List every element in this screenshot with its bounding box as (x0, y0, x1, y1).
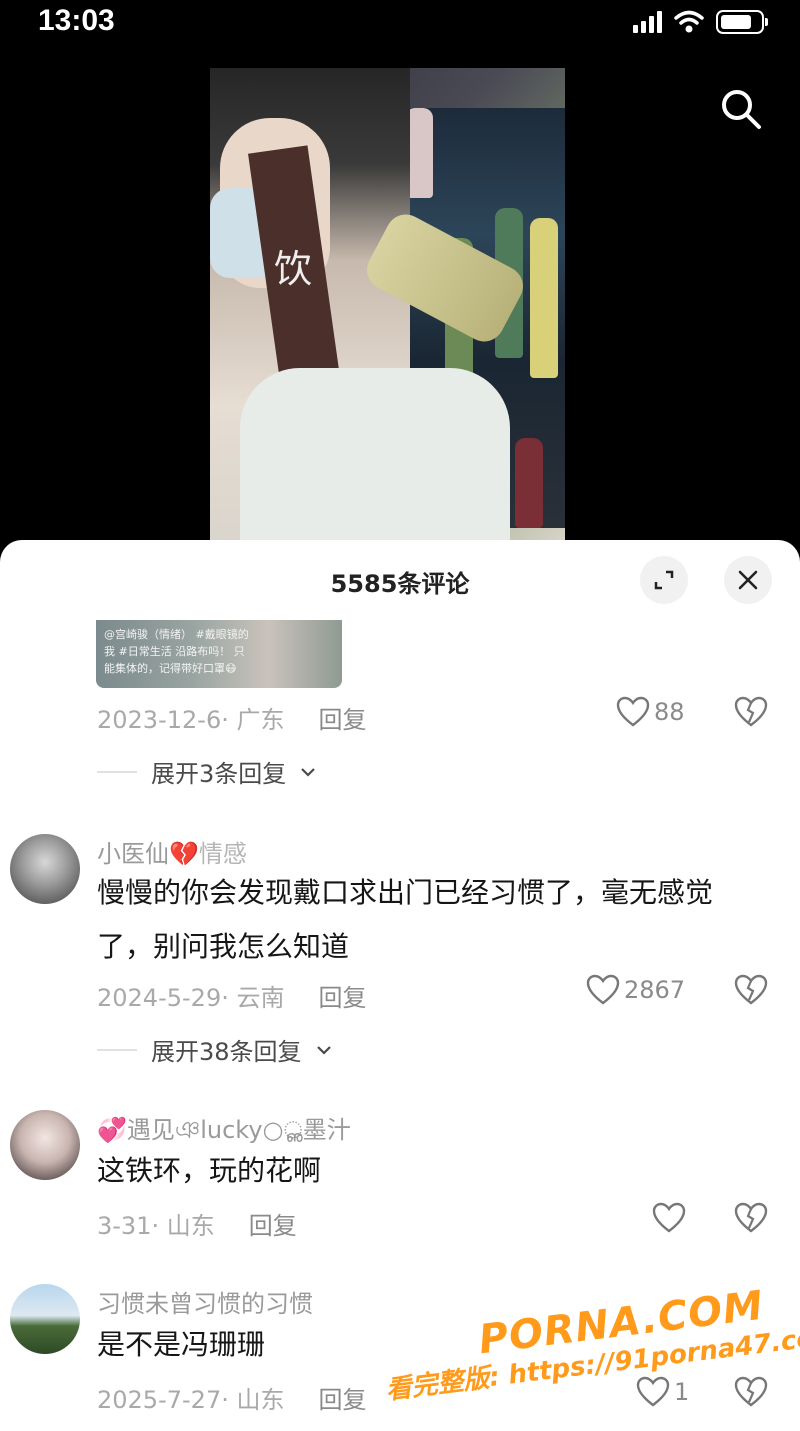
comment-location: 广东 (236, 706, 285, 734)
like-button[interactable]: 1 (636, 1376, 689, 1408)
status-bar: 13:03 (0, 0, 800, 50)
broken-heart-icon (734, 974, 768, 1005)
status-icons (633, 10, 768, 34)
dislike-button[interactable] (734, 1202, 768, 1236)
search-button[interactable] (718, 86, 764, 132)
video-frame[interactable]: 饮 (210, 68, 565, 550)
username-text: 小医仙 (97, 840, 169, 868)
comment-date: 2025-7-27 (97, 1386, 222, 1414)
comment-username[interactable]: 习惯未曾习惯的习惯 (97, 1284, 313, 1319)
video-sign-glyph: 饮 (274, 247, 313, 291)
dislike-button[interactable] (734, 1376, 768, 1410)
dislike-button[interactable] (734, 696, 768, 730)
wifi-icon (674, 10, 704, 33)
comment-date: 3-31 (97, 1212, 152, 1240)
broken-heart-icon (734, 1376, 768, 1407)
comment-location: 山东 (166, 1212, 215, 1240)
comment-location: 山东 (236, 1386, 285, 1414)
comment-date: 2024-5-29 (97, 984, 222, 1012)
comment-text: 是不是冯珊珊 (97, 1328, 266, 1361)
avatar[interactable] (10, 1110, 80, 1180)
reply-button[interactable]: 回复 (249, 1206, 297, 1241)
comment-image-thumbnail[interactable]: @宫崎骏（情绪） #戴眼镜的我 #日常生活 沿路布吗！ 只能集体的，记得带好口罩… (96, 620, 342, 688)
search-icon (722, 90, 761, 129)
username-suffix: 情感 (198, 840, 247, 868)
heart-icon (586, 974, 620, 1005)
expand-panel-button[interactable] (640, 556, 688, 604)
comment-username[interactable]: 小医仙💔情感 (97, 834, 247, 869)
status-time: 13:03 (38, 4, 115, 37)
broken-heart-icon (734, 696, 768, 727)
username-text: 遇见ঞlucky○ൢ墨汁 (126, 1116, 351, 1144)
comment-text: 这铁环，玩的花啊 (97, 1154, 322, 1187)
dislike-button[interactable] (734, 974, 768, 1008)
reply-button[interactable]: 回复 (318, 1380, 366, 1415)
battery-icon (716, 10, 768, 34)
divider-line (97, 1048, 137, 1051)
heart-icon (616, 696, 650, 727)
video-player[interactable]: 饮 (0, 50, 800, 550)
username-emoji: 💔 (169, 840, 199, 868)
thumbnail-caption: @宫崎骏（情绪） #戴眼镜的我 #日常生活 沿路布吗！ 只能集体的，记得带好口罩… (104, 628, 249, 675)
comment-location: 云南 (236, 984, 285, 1012)
video-coat (240, 368, 510, 550)
heart-icon (636, 1376, 670, 1407)
divider-line (97, 770, 137, 773)
cellular-signal-icon (633, 11, 662, 33)
comment-meta: 2025-7-27· 山东 回复 (97, 1380, 366, 1415)
reply-button[interactable]: 回复 (318, 700, 366, 735)
close-icon (738, 570, 758, 590)
reply-button[interactable]: 回复 (318, 978, 366, 1013)
comment-meta: 2024-5-29· 云南 回复 (97, 978, 366, 1013)
like-count: 2867 (624, 976, 686, 1004)
expand-icon (654, 570, 674, 590)
heart-icon (652, 1202, 686, 1233)
like-button[interactable]: 2867 (586, 974, 685, 1006)
chevron-down-icon (301, 767, 316, 777)
comment-meta: 3-31· 山东 回复 (97, 1206, 297, 1241)
chevron-down-icon (316, 1045, 331, 1055)
like-button[interactable]: 88 (616, 696, 685, 728)
avatar[interactable] (10, 834, 80, 904)
close-panel-button[interactable] (724, 556, 772, 604)
broken-heart-icon (734, 1202, 768, 1233)
avatar[interactable] (10, 1284, 80, 1354)
expand-replies-button[interactable]: 展开3条回复 (97, 754, 316, 789)
comment-date: 2023-12-6 (97, 706, 222, 734)
comment-meta: 2023-12-6· 广东 回复 (97, 700, 366, 735)
comments-header: 5585条评论 (0, 540, 800, 620)
like-button[interactable] (652, 1202, 690, 1234)
like-count: 88 (654, 698, 685, 726)
username-emoji: 💞 (97, 1116, 127, 1144)
expand-replies-label: 展开38条回复 (151, 1038, 302, 1066)
comment-text: 慢慢的你会发现戴口求出门已经习惯了，毫无感觉了，别问我怎么知道 (97, 876, 714, 963)
like-count: 1 (674, 1378, 690, 1406)
comments-panel: 5585条评论 @宫崎骏（情绪） #戴眼镜的我 #日常生活 沿路布吗！ 只能集体… (0, 540, 800, 1431)
expand-replies-label: 展开3条回复 (151, 760, 287, 788)
expand-replies-button[interactable]: 展开38条回复 (97, 1032, 332, 1067)
